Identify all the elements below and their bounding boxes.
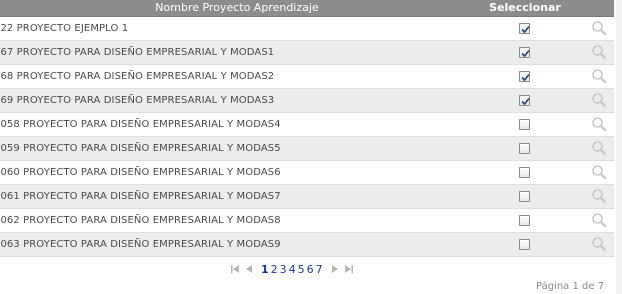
select-checkbox[interactable]	[519, 167, 530, 178]
project-name: 5059 PROYECTO PARA DISEÑO EMPRESARIAL Y …	[0, 143, 281, 154]
project-name: 5061 PROYECTO PARA DISEÑO EMPRESARIAL Y …	[0, 191, 281, 202]
project-name: 5062 PROYECTO PARA DISEÑO EMPRESARIAL Y …	[0, 215, 281, 226]
grid-header: Nombre Proyecto Aprendizaje Seleccionar	[0, 0, 614, 17]
select-checkbox[interactable]	[519, 47, 530, 58]
project-name: 122 PROYECTO EJEMPLO 1	[0, 23, 129, 34]
project-name: 5063 PROYECTO PARA DISEÑO EMPRESARIAL Y …	[0, 239, 281, 250]
project-name: 568 PROYECTO PARA DISEÑO EMPRESARIAL Y M…	[0, 71, 275, 82]
magnifier-icon[interactable]	[591, 236, 607, 252]
select-checkbox[interactable]	[519, 143, 530, 154]
grid-body: 122 PROYECTO EJEMPLO 1 567 PROYECTO PARA …	[0, 17, 614, 257]
vertical-scrollbar[interactable]	[616, 0, 622, 294]
magnifier-icon[interactable]	[591, 68, 607, 84]
page-link[interactable]: 5	[298, 263, 305, 276]
project-name: 569 PROYECTO PARA DISEÑO EMPRESARIAL Y M…	[0, 95, 275, 106]
magnifier-icon[interactable]	[591, 92, 607, 108]
page-link[interactable]: 4	[289, 263, 296, 276]
column-header-select[interactable]: Seleccionar	[474, 0, 576, 16]
table-row[interactable]: 5060 PROYECTO PARA DISEÑO EMPRESARIAL Y …	[0, 161, 614, 185]
table-row[interactable]: 5062 PROYECTO PARA DISEÑO EMPRESARIAL Y …	[0, 209, 614, 233]
magnifier-icon[interactable]	[591, 116, 607, 132]
select-checkbox[interactable]	[519, 239, 530, 250]
page-links: 1234567	[260, 263, 324, 276]
magnifier-icon[interactable]	[591, 188, 607, 204]
magnifier-icon[interactable]	[591, 20, 607, 36]
table-row[interactable]: 5058 PROYECTO PARA DISEÑO EMPRESARIAL Y …	[0, 113, 614, 137]
page-link[interactable]: 1	[261, 263, 269, 276]
page-link[interactable]: 2	[271, 263, 278, 276]
table-row[interactable]: 569 PROYECTO PARA DISEÑO EMPRESARIAL Y M…	[0, 89, 614, 113]
magnifier-icon[interactable]	[591, 164, 607, 180]
table-row[interactable]: 5061 PROYECTO PARA DISEÑO EMPRESARIAL Y …	[0, 185, 614, 209]
select-checkbox[interactable]	[519, 191, 530, 202]
select-checkbox[interactable]	[519, 95, 530, 106]
table-row[interactable]: 5059 PROYECTO PARA DISEÑO EMPRESARIAL Y …	[0, 137, 614, 161]
page-link[interactable]: 7	[316, 263, 323, 276]
table-row[interactable]: 5063 PROYECTO PARA DISEÑO EMPRESARIAL Y …	[0, 233, 614, 257]
pager: 1234567	[228, 262, 356, 276]
magnifier-icon[interactable]	[591, 140, 607, 156]
select-checkbox[interactable]	[519, 215, 530, 226]
page-link[interactable]: 6	[307, 263, 314, 276]
column-header-actions	[576, 0, 614, 16]
table-row[interactable]: 122 PROYECTO EJEMPLO 1	[0, 17, 614, 41]
last-page-icon[interactable]	[342, 263, 356, 275]
table-row[interactable]: 568 PROYECTO PARA DISEÑO EMPRESARIAL Y M…	[0, 65, 614, 89]
select-checkbox[interactable]	[519, 23, 530, 34]
first-page-icon[interactable]	[228, 263, 242, 275]
page-link[interactable]: 3	[280, 263, 287, 276]
magnifier-icon[interactable]	[591, 44, 607, 60]
page-status: Página 1 de 7	[536, 281, 605, 292]
projects-grid: Nombre Proyecto Aprendizaje Seleccionar …	[0, 0, 614, 257]
table-row[interactable]: 567 PROYECTO PARA DISEÑO EMPRESARIAL Y M…	[0, 41, 614, 65]
project-name: 5058 PROYECTO PARA DISEÑO EMPRESARIAL Y …	[0, 119, 281, 130]
select-checkbox[interactable]	[519, 71, 530, 82]
column-header-name[interactable]: Nombre Proyecto Aprendizaje	[0, 0, 474, 16]
project-name: 5060 PROYECTO PARA DISEÑO EMPRESARIAL Y …	[0, 167, 281, 178]
project-name: 567 PROYECTO PARA DISEÑO EMPRESARIAL Y M…	[0, 47, 275, 58]
select-checkbox[interactable]	[519, 119, 530, 130]
magnifier-icon[interactable]	[591, 212, 607, 228]
prev-page-icon[interactable]	[242, 263, 256, 275]
next-page-icon[interactable]	[328, 263, 342, 275]
